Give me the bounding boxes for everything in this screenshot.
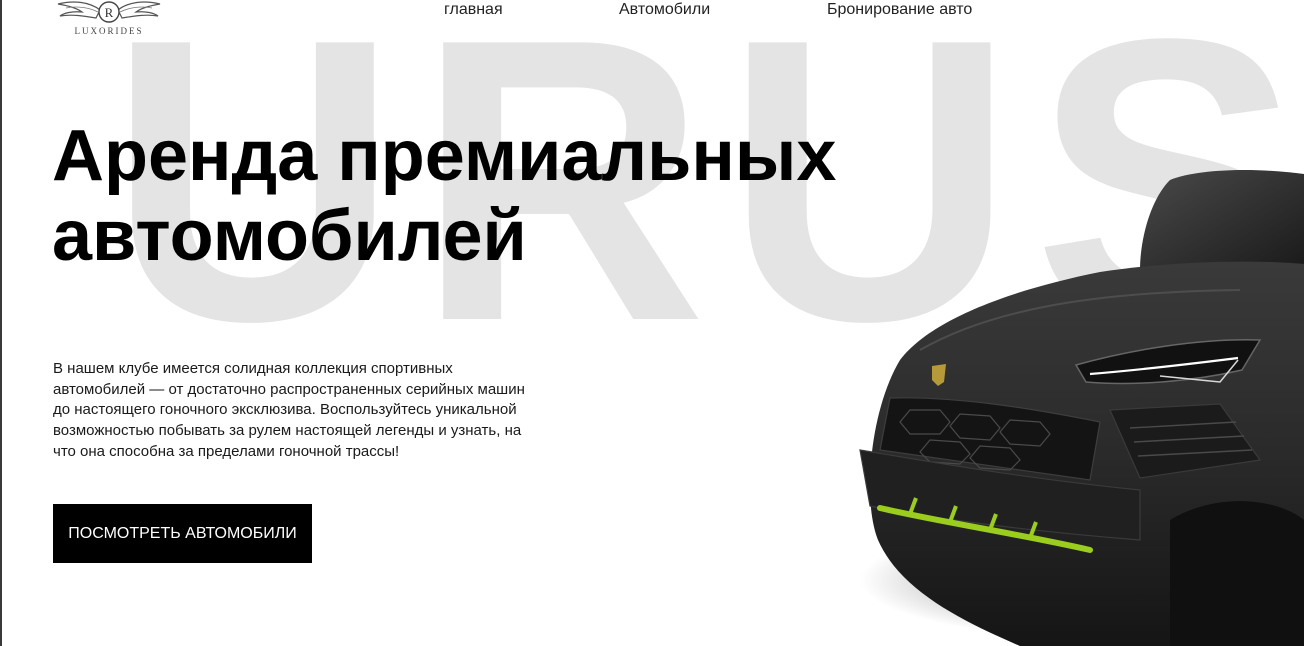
hero-title: Аренда премиальных автомобилей [52, 116, 837, 276]
nav-link-booking[interactable]: Бронирование авто [827, 1, 972, 19]
page: URUS R LUXORIDES главная Автомобили Брон… [0, 0, 1304, 646]
logo[interactable]: R LUXORIDES [52, 0, 166, 42]
view-cars-button[interactable]: ПОСМОТРЕТЬ АВТОМОБИЛИ [53, 504, 312, 563]
car-image [859, 170, 1304, 646]
hero-description: В нашем клубе имеется солидная коллекция… [53, 360, 525, 460]
winged-emblem-icon: R [57, 1, 161, 23]
nav-link-home[interactable]: главная [444, 1, 503, 19]
nav-link-cars[interactable]: Автомобили [619, 1, 710, 19]
window-edge [0, 0, 2, 646]
logo-letter: R [105, 5, 114, 20]
logo-wordmark: LUXORIDES [74, 26, 144, 36]
